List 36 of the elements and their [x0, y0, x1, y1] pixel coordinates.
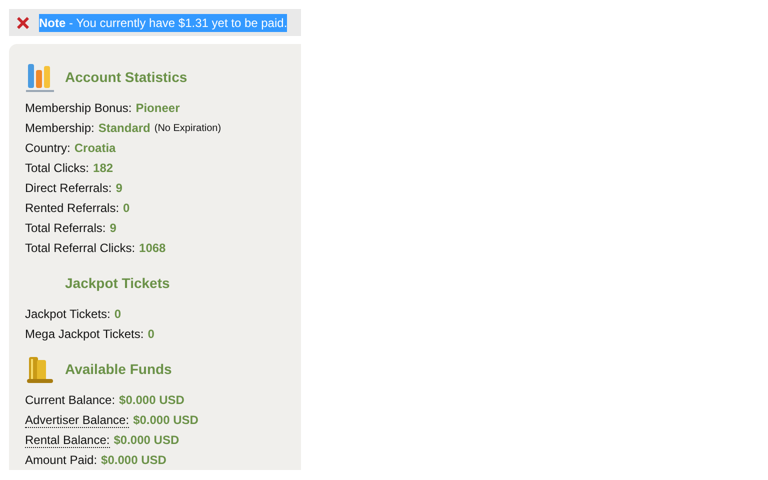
field-label[interactable]: Advertiser Balance: — [25, 412, 130, 428]
field-value: 1068 — [139, 240, 166, 257]
field-value: 0 — [114, 306, 122, 323]
field-label: Amount Paid: — [25, 452, 98, 469]
field-value: $0.000 USD — [133, 412, 198, 429]
field-value: $0.000 USD — [114, 432, 180, 449]
field-value: Standard — [98, 120, 150, 137]
field-label: Rented Referrals: — [25, 200, 120, 217]
field-value: $0.000 USD — [101, 452, 166, 469]
field-value: 0 — [148, 326, 154, 343]
field-label: Jackpot Tickets: — [25, 306, 110, 323]
field-value: 182 — [93, 160, 114, 177]
field-value: 9 — [110, 220, 116, 237]
field-label: Direct Referrals: — [25, 180, 112, 197]
section-title: Available Funds — [65, 360, 172, 378]
field-label: Total Referrals: — [25, 220, 106, 237]
field-label[interactable]: Rental Balance: — [25, 432, 110, 448]
coin-stack-icon — [25, 354, 55, 384]
section-title: Jackpot Tickets — [65, 274, 170, 293]
field-note: (No Expiration) — [154, 122, 222, 136]
field-value: Croatia — [74, 140, 116, 157]
field-value: 0 — [123, 200, 130, 217]
bar-chart-icon — [25, 62, 55, 92]
field-label: Mega Jackpot Tickets: — [25, 326, 144, 343]
field-value: Pioneer — [136, 100, 180, 117]
field-label: Membership Bonus: — [25, 100, 132, 117]
field-label: Current Balance: — [25, 392, 116, 409]
field-label: Membership: — [25, 120, 94, 137]
field-label: Total Referral Clicks: — [25, 240, 136, 257]
note-text: Note - You currently have $1.31 yet to be paid. — [39, 14, 288, 32]
field-value: 9 — [116, 180, 122, 197]
field-label: Total Clicks: — [25, 160, 90, 177]
field-value: $0.000 USD — [119, 392, 184, 409]
close-icon[interactable] — [15, 14, 31, 30]
field-label: Country: — [25, 140, 70, 157]
section-title: Account Statistics — [65, 68, 188, 86]
